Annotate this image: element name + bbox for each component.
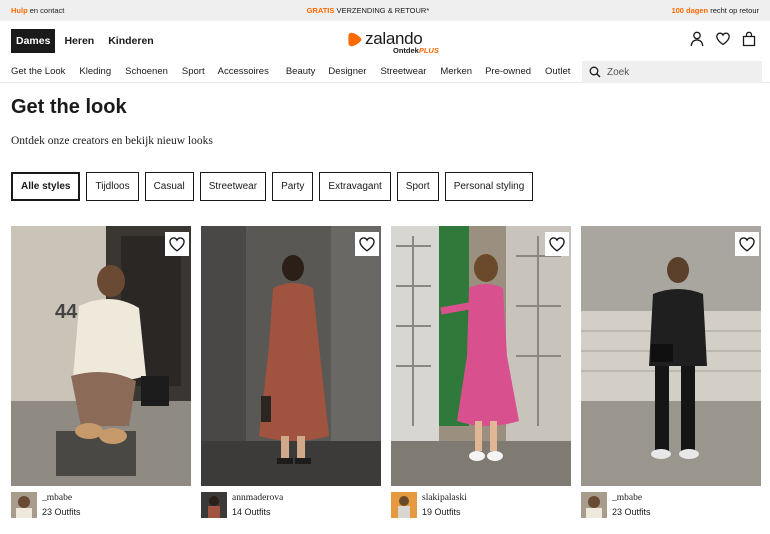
nav-outlet[interactable]: Outlet (545, 66, 570, 77)
outfit-card[interactable]: annmaderova 14 Outfits (201, 226, 381, 518)
filter-party[interactable]: Party (272, 172, 314, 201)
page-subtitle: Ontdek onze creators en bekijk nieuw loo… (11, 135, 213, 147)
heart-icon[interactable] (716, 31, 730, 47)
nav-sport[interactable]: Sport (182, 66, 205, 77)
creator-info[interactable]: _mbabe 23 Outfits (11, 492, 191, 518)
outfit-photo[interactable] (391, 226, 571, 486)
outfit-count: 23 Outfits (612, 507, 651, 517)
logo-mark-icon (348, 32, 362, 47)
zalando-logo[interactable]: zalando OntdekPLUS (348, 29, 439, 55)
outfit-card[interactable]: _mbabe 23 Outfits (581, 226, 761, 518)
nav-designer[interactable]: Designer (328, 66, 366, 77)
filter-extravagant[interactable]: Extravagant (319, 172, 391, 201)
creator-avatar[interactable] (581, 492, 607, 518)
outfit-photo[interactable] (201, 226, 381, 486)
user-icon[interactable] (690, 31, 704, 47)
creator-name[interactable]: slakipalaski (422, 492, 467, 504)
outfit-count: 19 Outfits (422, 507, 461, 517)
svg-text:44: 44 (55, 301, 78, 323)
nav-accessoires[interactable]: Accessoires (218, 66, 269, 77)
outfit-count: 14 Outfits (232, 507, 271, 517)
nav-pre-owned[interactable]: Pre-owned (485, 66, 531, 77)
filter-sport[interactable]: Sport (396, 172, 439, 201)
nav-merken[interactable]: Merken (440, 66, 472, 77)
nav-beauty[interactable]: Beauty (286, 66, 316, 77)
heart-icon (549, 236, 565, 252)
creator-avatar[interactable] (391, 492, 417, 518)
creator-name[interactable]: _mbabe (612, 492, 651, 504)
outfit-count: 23 Outfits (42, 507, 81, 517)
heart-icon (739, 236, 755, 252)
gender-tabs: Dames Heren Kinderen (11, 29, 163, 53)
creator-info[interactable]: slakipalaski 19 Outfits (391, 492, 571, 518)
heart-icon (169, 236, 185, 252)
tab-dames[interactable]: Dames (11, 29, 56, 53)
filter-tijdloos[interactable]: Tijdloos (86, 172, 139, 201)
search-icon[interactable] (589, 66, 601, 78)
shipping-promo[interactable]: GRATIS VERZENDING & RETOUR* (307, 6, 430, 15)
site-header: Dames Heren Kinderen zalando OntdekPLUS (0, 21, 770, 61)
creator-text: annmaderova 14 Outfits (232, 492, 283, 517)
outfit-photo[interactable] (581, 226, 761, 486)
category-nav: Get the Look Kleding Schoenen Sport Acce… (0, 61, 770, 83)
search-input[interactable] (607, 66, 747, 78)
outfit-photo[interactable]: 44 (11, 226, 191, 486)
tab-heren[interactable]: Heren (59, 29, 99, 53)
creator-text: _mbabe 23 Outfits (612, 492, 651, 517)
promo-bar: Hulp en contact GRATIS VERZENDING & RETO… (0, 0, 770, 21)
nav-kleding[interactable]: Kleding (79, 66, 111, 77)
creator-name[interactable]: annmaderova (232, 492, 283, 504)
creator-info[interactable]: annmaderova 14 Outfits (201, 492, 381, 518)
favorite-button[interactable] (165, 232, 189, 256)
nav-get-the-look[interactable]: Get the Look (11, 66, 65, 77)
outfit-grid: 44 _mbabe 23 Outfits annmaderova 14 Outf… (11, 226, 761, 518)
style-filters: Alle styles Tijdloos Casual Streetwear P… (11, 172, 534, 201)
filter-alle-styles[interactable]: Alle styles (11, 172, 81, 201)
bag-icon[interactable] (742, 31, 756, 47)
favorite-button[interactable] (735, 232, 759, 256)
filter-streetwear[interactable]: Streetwear (199, 172, 267, 201)
page-title: Get the look (11, 96, 127, 118)
header-actions (690, 31, 756, 47)
creator-text: slakipalaski 19 Outfits (422, 492, 467, 517)
tab-kinderen[interactable]: Kinderen (103, 29, 159, 53)
outfit-card[interactable]: 44 _mbabe 23 Outfits (11, 226, 191, 518)
nav-schoenen[interactable]: Schoenen (125, 66, 168, 77)
creator-avatar[interactable] (11, 492, 37, 518)
favorite-button[interactable] (545, 232, 569, 256)
help-link[interactable]: Hulp en contact (11, 6, 64, 15)
logo-subline: OntdekPLUS (393, 46, 439, 55)
creator-avatar[interactable] (201, 492, 227, 518)
nav-streetwear[interactable]: Streetwear (380, 66, 426, 77)
returns-promo[interactable]: 100 dagen recht op retour (671, 6, 759, 15)
logo-text: zalando OntdekPLUS (365, 29, 439, 55)
favorite-button[interactable] (355, 232, 379, 256)
creator-name[interactable]: _mbabe (42, 492, 81, 504)
outfit-card[interactable]: slakipalaski 19 Outfits (391, 226, 571, 518)
creator-info[interactable]: _mbabe 23 Outfits (581, 492, 761, 518)
heart-icon (359, 236, 375, 252)
creator-text: _mbabe 23 Outfits (42, 492, 81, 517)
filter-casual[interactable]: Casual (144, 172, 194, 201)
filter-personal-styling[interactable]: Personal styling (444, 172, 534, 201)
search-bar[interactable] (582, 61, 762, 83)
